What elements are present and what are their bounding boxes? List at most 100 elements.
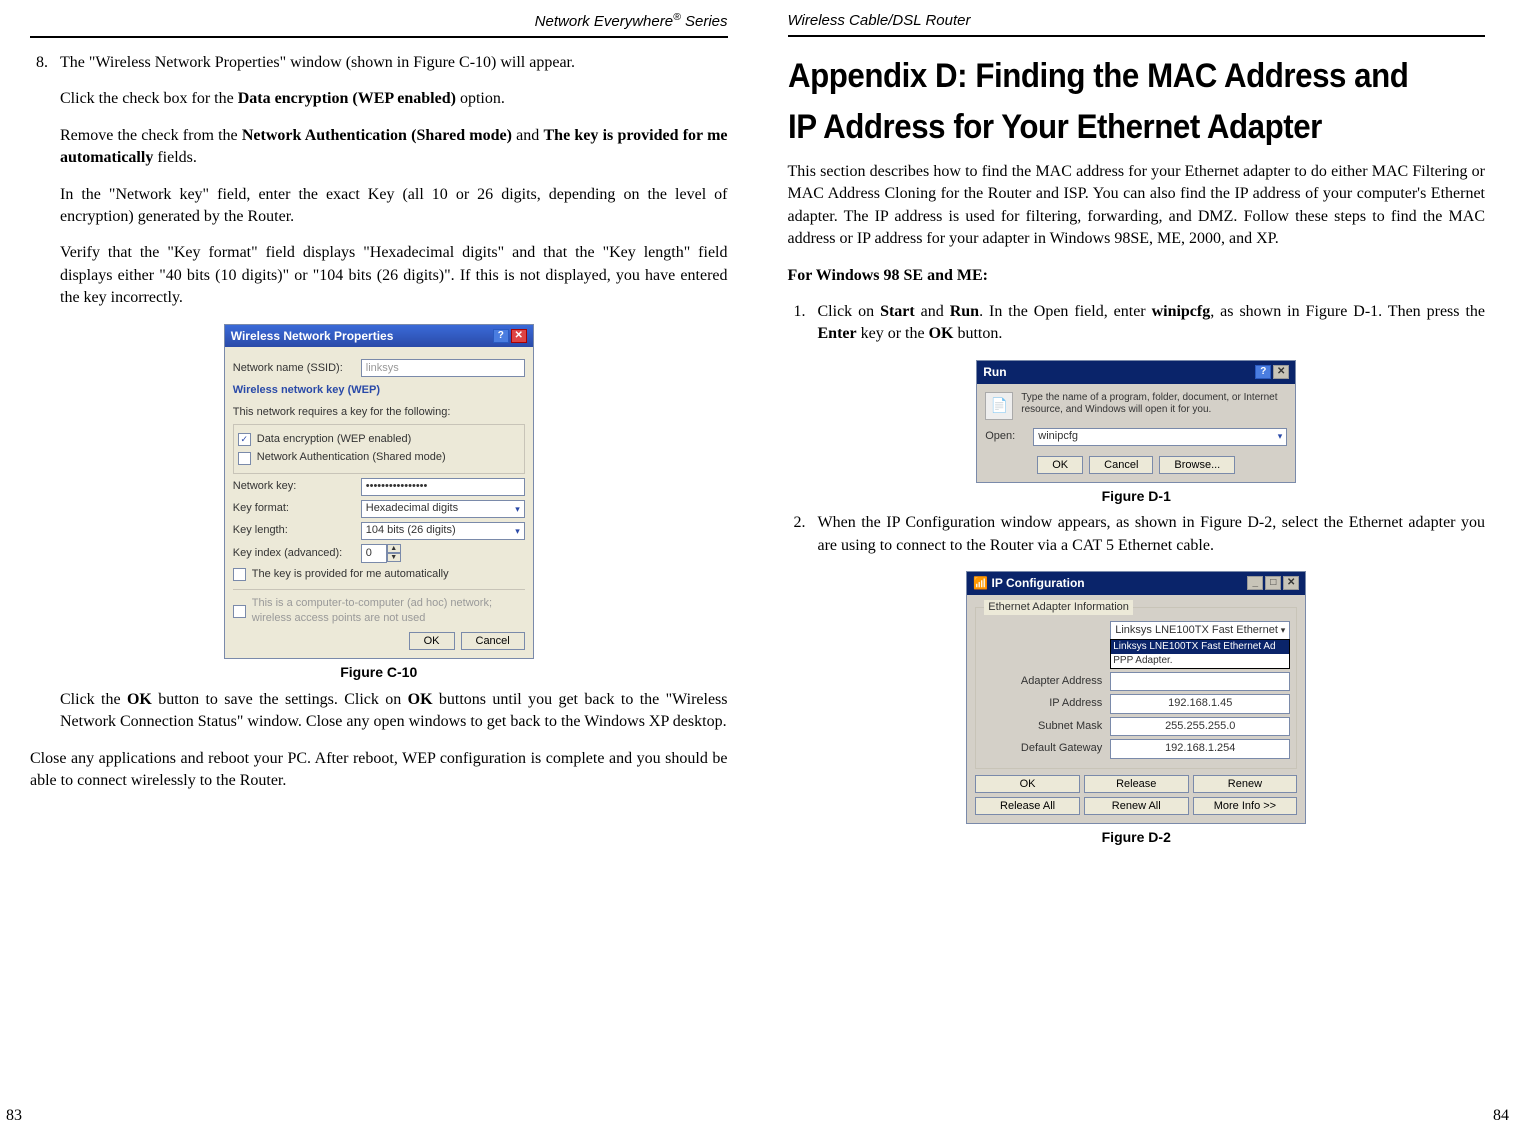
- browse-button[interactable]: Browse...: [1159, 456, 1235, 474]
- key-length-select[interactable]: 104 bits (26 digits): [361, 522, 525, 540]
- figure-d2-caption: Figure D-2: [1102, 828, 1171, 848]
- wep-section-header: Wireless network key (WEP): [233, 383, 525, 398]
- ok-button[interactable]: OK: [1037, 456, 1083, 474]
- ssid-label: Network name (SSID):: [233, 361, 353, 376]
- key-auto-checkbox[interactable]: [233, 568, 246, 581]
- text: Click the check box for the: [60, 90, 238, 107]
- step-1-number: 1.: [788, 301, 806, 346]
- release-all-button[interactable]: Release All: [975, 797, 1080, 815]
- spinner-up-icon[interactable]: ▲: [387, 544, 401, 553]
- figure-c10-caption: Figure C-10: [340, 663, 417, 683]
- key-index-spinner[interactable]: 0 ▲▼: [361, 544, 401, 563]
- network-auth-label: Network Authentication (Shared mode): [257, 450, 446, 465]
- data-encryption-checkbox[interactable]: ✓: [238, 433, 251, 446]
- step-8-number: 8.: [30, 52, 48, 74]
- minimize-icon[interactable]: _: [1247, 576, 1263, 590]
- text: key or the: [857, 325, 929, 342]
- click-ok-instr: Click the OK button to save the settings…: [60, 689, 728, 734]
- run-dialog: Run ? ✕ 📄 Type the name of a program, fo…: [976, 360, 1296, 483]
- gateway-label: Default Gateway: [982, 741, 1102, 756]
- bold: OK: [929, 325, 954, 342]
- text: . In the Open field, enter: [979, 303, 1151, 320]
- ok-button[interactable]: OK: [975, 775, 1080, 793]
- ip-address-label: IP Address: [982, 696, 1102, 711]
- header-left-text: Network Everywhere® Series: [535, 13, 728, 30]
- step8-checkbox-instr: Click the check box for the Data encrypt…: [60, 88, 728, 110]
- text: Click on: [818, 303, 881, 320]
- text: button.: [953, 325, 1002, 342]
- renew-all-button[interactable]: Renew All: [1084, 797, 1189, 815]
- step-8-row: 8. The "Wireless Network Properties" win…: [30, 52, 728, 74]
- text: and: [915, 303, 950, 320]
- bold: Data encryption (WEP enabled): [238, 90, 456, 107]
- right-page-number: 84: [1493, 1105, 1509, 1127]
- dialog-body: 📄 Type the name of a program, folder, do…: [977, 384, 1295, 482]
- left-page-header: Network Everywhere® Series: [30, 10, 728, 38]
- adapter-option[interactable]: PPP Adapter.: [1111, 654, 1289, 668]
- network-auth-checkbox[interactable]: [238, 452, 251, 465]
- step-8-intro: The "Wireless Network Properties" window…: [60, 52, 728, 74]
- close-icon[interactable]: ✕: [1283, 576, 1299, 590]
- bold: Start: [880, 303, 915, 320]
- adapter-dropdown[interactable]: Linksys LNE100TX Fast Ethernet Ad PPP Ad…: [1110, 639, 1290, 669]
- text: , as shown in Figure D-1. Then press the: [1210, 303, 1485, 320]
- right-content: Appendix D: Finding the MAC Address and …: [788, 51, 1486, 1123]
- figure-d1-caption: Figure D-1: [1102, 487, 1171, 507]
- spinner-down-icon[interactable]: ▼: [387, 553, 401, 562]
- text: button to save the settings. Click on: [152, 691, 408, 708]
- step-2-body: When the IP Configuration window appears…: [818, 512, 1486, 557]
- dialog-body: Network name (SSID): linksys Wireless ne…: [225, 347, 533, 658]
- help-icon[interactable]: ?: [493, 329, 509, 343]
- dialog-body: Ethernet Adapter Information Linksys LNE…: [967, 595, 1305, 823]
- adapter-option-highlighted[interactable]: Linksys LNE100TX Fast Ethernet Ad: [1111, 640, 1289, 654]
- more-info-button[interactable]: More Info >>: [1193, 797, 1298, 815]
- close-icon[interactable]: ✕: [1273, 365, 1289, 379]
- appendix-d-intro: This section describes how to find the M…: [788, 161, 1486, 251]
- cancel-button[interactable]: Cancel: [1089, 456, 1153, 474]
- wep-desc: This network requires a key for the foll…: [233, 405, 525, 420]
- dialog-title: Run: [983, 364, 1006, 381]
- dialog-titlebar[interactable]: Wireless Network Properties ? ✕: [225, 325, 533, 348]
- maximize-icon[interactable]: □: [1265, 576, 1281, 590]
- bold: Enter: [818, 325, 857, 342]
- adapter-select[interactable]: Linksys LNE100TX Fast Ethernet: [1110, 621, 1290, 640]
- step-1-body: Click on Start and Run. In the Open fiel…: [818, 301, 1486, 346]
- text: Click the: [60, 691, 127, 708]
- bold: Network Authentication (Shared mode): [242, 127, 512, 144]
- dialog-title: Wireless Network Properties: [231, 328, 394, 345]
- run-desc: Type the name of a program, folder, docu…: [1021, 392, 1287, 416]
- bold: OK: [127, 691, 152, 708]
- dialog-titlebar[interactable]: 📶 IP Configuration _ □ ✕: [967, 572, 1305, 595]
- close-icon[interactable]: ✕: [511, 329, 527, 343]
- step8-remove-instr: Remove the check from the Network Authen…: [60, 125, 728, 170]
- adapter-address-label: Adapter Address: [982, 674, 1102, 689]
- dialog-titlebar[interactable]: Run ? ✕: [977, 361, 1295, 384]
- subnet-mask-label: Subnet Mask: [982, 719, 1102, 734]
- ssid-input[interactable]: linksys: [361, 359, 525, 377]
- step-2-number: 2.: [788, 512, 806, 557]
- step-1-row: 1. Click on Start and Run. In the Open f…: [788, 301, 1486, 346]
- close-apps-instr: Close any applications and reboot your P…: [30, 748, 728, 793]
- step-2-row: 2. When the IP Configuration window appe…: [788, 512, 1486, 557]
- network-key-input[interactable]: ••••••••••••••••: [361, 478, 525, 496]
- key-length-label: Key length:: [233, 523, 353, 538]
- right-page: Wireless Cable/DSL Router Appendix D: Fi…: [788, 10, 1486, 1123]
- release-button[interactable]: Release: [1084, 775, 1189, 793]
- help-icon[interactable]: ?: [1255, 365, 1271, 379]
- cancel-button[interactable]: Cancel: [461, 632, 525, 650]
- adhoc-label: This is a computer-to-computer (ad hoc) …: [252, 596, 525, 627]
- left-page: Network Everywhere® Series 8. The "Wirel…: [30, 10, 728, 1123]
- ip-config-dialog: 📶 IP Configuration _ □ ✕ Ethernet Adapte…: [966, 571, 1306, 824]
- left-page-number: 83: [6, 1105, 22, 1127]
- key-format-select[interactable]: Hexadecimal digits: [361, 500, 525, 518]
- appendix-d-title: Appendix D: Finding the MAC Address and …: [788, 51, 1430, 153]
- bold: winipcfg: [1152, 303, 1211, 320]
- adapter-address-value: [1110, 672, 1290, 691]
- renew-button[interactable]: Renew: [1193, 775, 1298, 793]
- bold: OK: [408, 691, 433, 708]
- for-windows-heading: For Windows 98 SE and ME:: [788, 265, 1486, 287]
- ok-button[interactable]: OK: [409, 632, 455, 650]
- ip-address-value: 192.168.1.45: [1110, 694, 1290, 713]
- open-input[interactable]: winipcfg: [1033, 428, 1287, 446]
- figure-c10: Wireless Network Properties ? ✕ Network …: [30, 324, 728, 684]
